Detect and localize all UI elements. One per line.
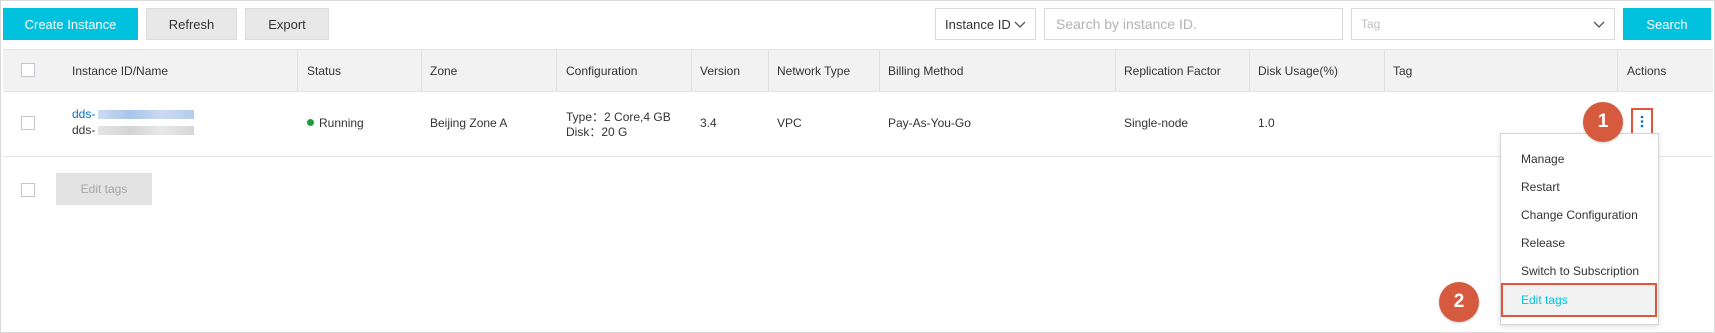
footer-select-all-checkbox[interactable]	[21, 183, 35, 197]
status-text: Running	[319, 116, 364, 130]
search-placeholder: Search by instance ID.	[1056, 16, 1197, 32]
instance-name: dds-	[72, 123, 96, 137]
filter-field-value: Instance ID	[945, 16, 1011, 32]
redacted-instance-name	[98, 126, 194, 135]
column-header[interactable]: Configuration	[566, 50, 637, 91]
edit-tags-button[interactable]: Edit tags	[56, 173, 152, 205]
column-divider	[691, 50, 692, 91]
version-cell: 3.4	[700, 116, 717, 130]
column-divider	[297, 50, 298, 91]
menu-item-restart[interactable]: Restart	[1521, 180, 1560, 194]
column-header[interactable]: Network Type	[777, 50, 850, 91]
redacted-instance-id	[98, 110, 194, 119]
column-divider	[768, 50, 769, 91]
column-divider	[1617, 50, 1618, 91]
column-header[interactable]: Zone	[430, 50, 457, 91]
zone-cell: Beijing Zone A	[430, 116, 508, 130]
column-header[interactable]: Billing Method	[888, 50, 963, 91]
running-status-icon	[307, 119, 314, 127]
menu-item-edit-tags[interactable]: Edit tags	[1501, 283, 1657, 317]
column-header[interactable]: Status	[307, 50, 341, 91]
more-vertical-icon	[1640, 115, 1644, 128]
search-input[interactable]: Search by instance ID.	[1044, 8, 1343, 40]
network-type-cell: VPC	[777, 116, 802, 130]
more-actions-button[interactable]	[1631, 108, 1653, 135]
disk-usage-cell: 1.0	[1258, 116, 1275, 130]
column-header[interactable]: Tag	[1393, 50, 1412, 91]
column-header[interactable]: Replication Factor	[1124, 50, 1221, 91]
tag-placeholder: Tag	[1361, 17, 1381, 31]
column-header[interactable]: Instance ID/Name	[72, 50, 168, 91]
export-button[interactable]: Export	[245, 8, 329, 40]
menu-item-release[interactable]: Release	[1521, 236, 1565, 250]
refresh-button[interactable]: Refresh	[146, 8, 237, 40]
config-disk: Disk：20 G	[566, 125, 628, 139]
column-divider	[1384, 50, 1385, 91]
column-divider	[421, 50, 422, 91]
replication-factor-cell: Single-node	[1124, 116, 1189, 130]
billing-method-cell: Pay-As-You-Go	[888, 116, 971, 130]
menu-item-change-configuration[interactable]: Change Configuration	[1521, 208, 1638, 222]
search-button[interactable]: Search	[1623, 8, 1711, 40]
column-divider	[556, 50, 557, 91]
instance-id-link[interactable]: dds-	[72, 107, 95, 121]
create-instance-button[interactable]: Create Instance	[3, 8, 138, 40]
menu-item-manage[interactable]: Manage	[1521, 152, 1564, 166]
menu-item-edit-tags-label: Edit tags	[1521, 293, 1568, 307]
chevron-down-icon	[1593, 21, 1605, 28]
step-1-callout: 1	[1583, 102, 1623, 142]
table-header: Instance ID/Name Status Zone Configurati…	[3, 49, 1713, 92]
status-cell: Running	[307, 116, 364, 130]
menu-item-switch-to-subscription[interactable]: Switch to Subscription	[1521, 264, 1639, 278]
column-header[interactable]: Version	[700, 50, 740, 91]
select-all-checkbox[interactable]	[21, 63, 35, 77]
chevron-down-icon	[1014, 21, 1026, 28]
instance-list-panel: Create Instance Refresh Export Instance …	[0, 0, 1715, 333]
tag-select[interactable]: Tag	[1351, 8, 1615, 40]
row-checkbox[interactable]	[21, 116, 35, 130]
column-divider	[879, 50, 880, 91]
table-row: dds- dds- Running Beijing Zone A Type：2 …	[3, 92, 1713, 157]
column-header: Actions	[1627, 63, 1667, 78]
step-2-callout: 2	[1439, 282, 1479, 322]
column-header[interactable]: Disk Usage(%)	[1258, 50, 1338, 91]
column-divider	[1249, 50, 1250, 91]
filter-field-select[interactable]: Instance ID	[935, 8, 1036, 40]
column-divider	[1115, 50, 1116, 91]
